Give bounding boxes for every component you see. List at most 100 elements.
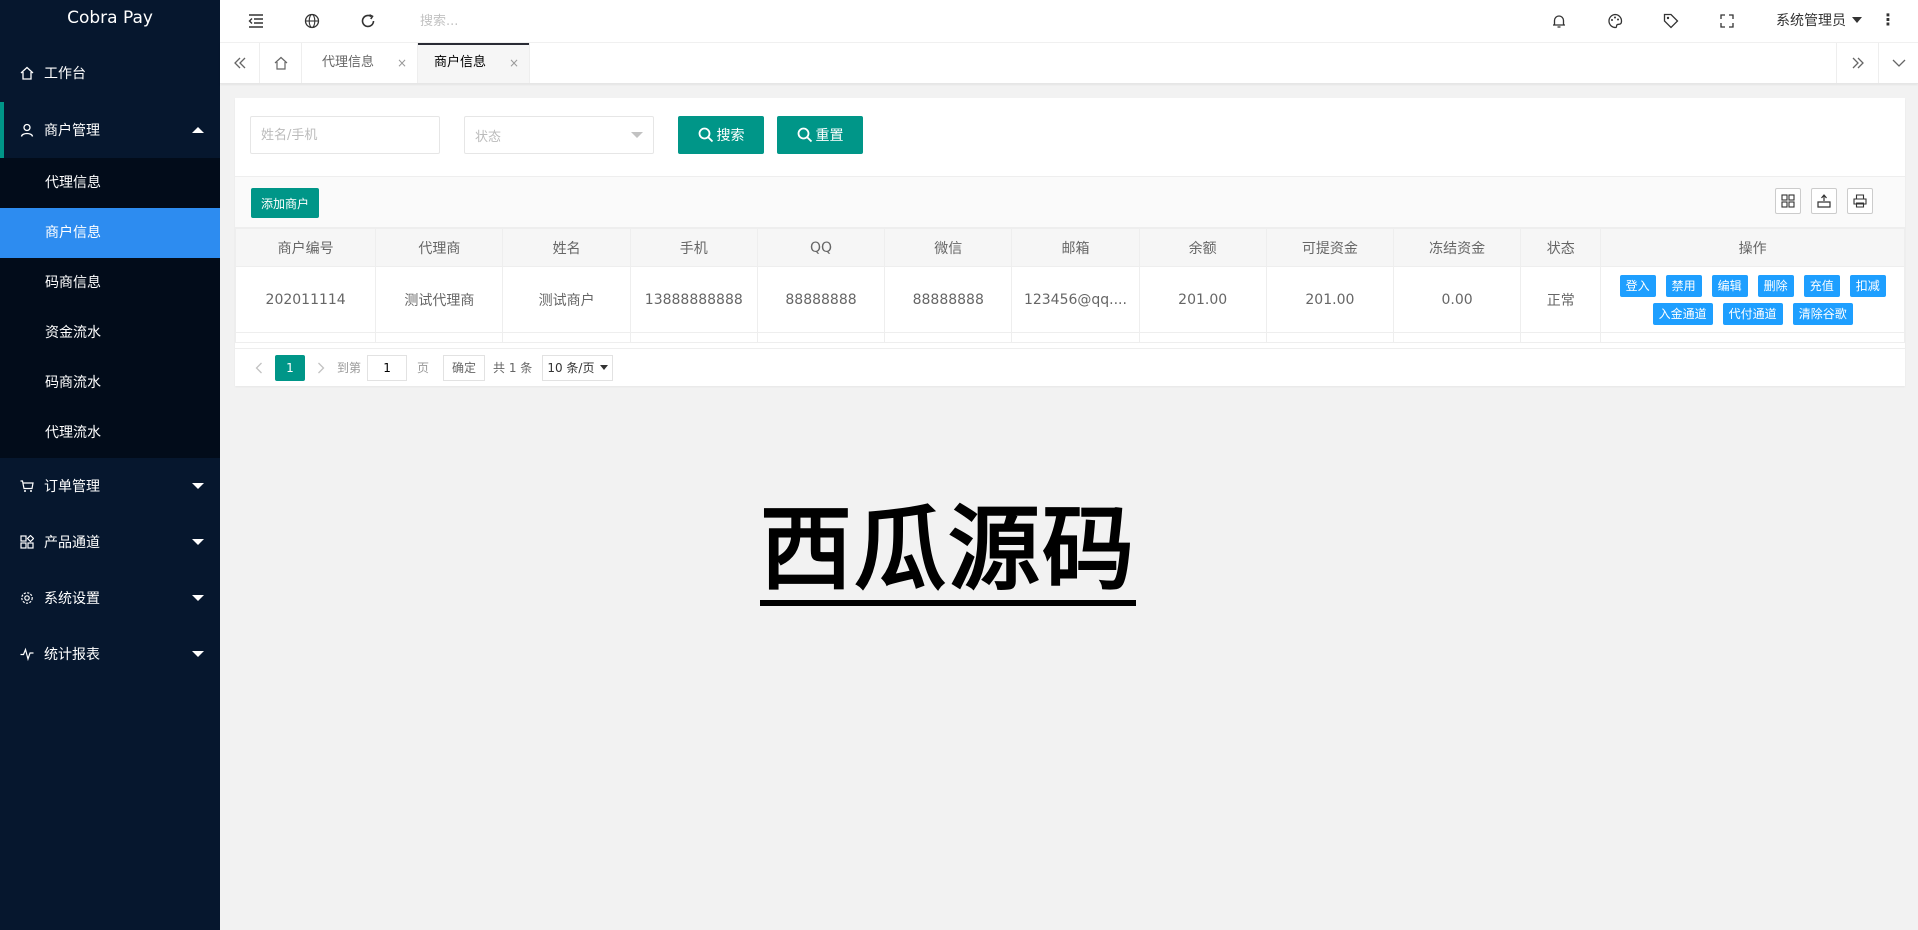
table-row: 202011114 测试代理商 测试商户 13888888888 8888888… xyxy=(234,266,1905,333)
column-header[interactable]: 商户编号 xyxy=(234,228,377,267)
user-icon xyxy=(20,123,34,137)
cell-qq: 88888888 xyxy=(756,266,886,333)
more-options-icon[interactable]: ⋮ xyxy=(1880,10,1896,29)
column-header[interactable]: 状态 xyxy=(1520,228,1602,267)
pagination: 1 到第 页 确定 共 1 条 10 条/页 xyxy=(235,348,1905,386)
cell-balance: 201.00 xyxy=(1138,266,1267,333)
merchant-submenu: 代理信息 商户信息 码商信息 资金流水 码商流水 代理流水 xyxy=(0,158,220,458)
confirm-page-button[interactable]: 确定 xyxy=(443,354,486,381)
sidebar-item-label: 商户管理 xyxy=(44,123,100,139)
tab-label: 商户信息 xyxy=(434,55,487,70)
table-header-row: 商户编号 代理商 姓名 手机 QQ 微信 邮箱 余额 可提资金 冻结资金 状态 … xyxy=(234,228,1905,267)
cell-status: 正常 xyxy=(1520,266,1602,333)
cell-agent: 测试代理商 xyxy=(375,266,504,333)
edit-button[interactable]: 编辑 xyxy=(1711,274,1748,297)
print-icon[interactable] xyxy=(1847,188,1873,214)
column-header[interactable]: 邮箱 xyxy=(1011,228,1140,267)
fullscreen-icon[interactable] xyxy=(1715,9,1739,33)
deposit-channel-button[interactable]: 入金通道 xyxy=(1652,302,1713,325)
tab-label: 代理信息 xyxy=(322,55,375,70)
header-search-input[interactable] xyxy=(420,8,720,34)
globe-icon[interactable] xyxy=(300,9,324,33)
tab-bar: 代理信息 × 商户信息 × xyxy=(220,43,1918,84)
sidebar-item-workbench[interactable]: 工作台 xyxy=(0,44,220,102)
column-header[interactable]: QQ xyxy=(756,228,886,267)
cell-wechat: 88888888 xyxy=(884,266,1013,333)
tab-agent-info[interactable]: 代理信息 × xyxy=(302,43,418,83)
sidebar-item-order-mgmt[interactable]: 订单管理 xyxy=(0,458,220,514)
sidebar-item-merchant-mgmt[interactable]: 商户管理 xyxy=(0,102,220,158)
sidebar-item-label: 产品通道 xyxy=(44,535,100,551)
payout-channel-button[interactable]: 代付通道 xyxy=(1722,302,1783,325)
deduct-button[interactable]: 扣减 xyxy=(1849,274,1886,297)
status-placeholder: 状态 xyxy=(475,129,502,145)
name-phone-input[interactable] xyxy=(250,116,440,154)
close-icon[interactable]: × xyxy=(397,43,407,83)
chevron-down-icon xyxy=(600,365,609,370)
column-header[interactable]: 操作 xyxy=(1600,228,1905,267)
caret-down-icon xyxy=(1852,17,1862,23)
delete-button[interactable]: 删除 xyxy=(1757,274,1794,297)
tag-icon[interactable] xyxy=(1659,9,1683,33)
column-header[interactable]: 姓名 xyxy=(502,228,631,267)
sidebar-item-product-channel[interactable]: 产品通道 xyxy=(0,514,220,570)
sidebar-item-coder-flow[interactable]: 码商流水 xyxy=(0,358,220,408)
export-icon[interactable] xyxy=(1811,188,1837,214)
collapse-menu-icon[interactable] xyxy=(244,9,268,33)
search-form: 状态 搜索 重置 xyxy=(235,98,1905,176)
goto-page-input[interactable] xyxy=(367,354,408,381)
watermark-text: 西瓜源码 xyxy=(760,500,1137,606)
add-merchant-button[interactable]: 添加商户 xyxy=(251,188,320,218)
refresh-icon[interactable] xyxy=(356,9,380,33)
tab-merchant-info[interactable]: 商户信息 × xyxy=(418,43,530,83)
close-icon[interactable]: × xyxy=(509,43,519,83)
status-select[interactable]: 状态 xyxy=(464,116,654,154)
columns-icon[interactable] xyxy=(1775,188,1801,214)
search-button[interactable]: 搜索 xyxy=(678,116,764,154)
column-header[interactable]: 可提资金 xyxy=(1265,228,1395,267)
chevron-down-icon xyxy=(192,483,204,489)
sidebar-item-label: 订单管理 xyxy=(44,479,100,495)
app-logo: Cobra Pay xyxy=(67,8,153,28)
login-button[interactable]: 登入 xyxy=(1619,274,1656,297)
goto-label: 到第 xyxy=(337,361,362,375)
column-header[interactable]: 冻结资金 xyxy=(1392,228,1522,267)
table-filler-row xyxy=(234,332,1905,343)
cell-frozen: 0.00 xyxy=(1392,266,1522,333)
user-menu[interactable]: 系统管理员 xyxy=(1776,10,1862,30)
user-name: 系统管理员 xyxy=(1776,13,1846,29)
chevron-up-icon xyxy=(192,127,204,133)
column-header[interactable]: 手机 xyxy=(629,228,758,267)
column-header[interactable]: 微信 xyxy=(884,228,1013,267)
sidebar-item-system-settings[interactable]: 系统设置 xyxy=(0,570,220,626)
sidebar-item-agent-info[interactable]: 代理信息 xyxy=(0,158,220,208)
tabs-scroll-left-icon[interactable] xyxy=(220,43,260,83)
page-number-current[interactable]: 1 xyxy=(275,354,305,381)
cell-name: 测试商户 xyxy=(502,266,631,333)
page-size-select[interactable]: 10 条/页 xyxy=(542,354,614,381)
column-header[interactable]: 余额 xyxy=(1138,228,1267,267)
bell-icon[interactable] xyxy=(1547,9,1571,33)
apps-icon xyxy=(20,535,34,549)
cell-email: 123456@qq.... xyxy=(1011,266,1140,333)
reset-button[interactable]: 重置 xyxy=(777,116,863,154)
recharge-button[interactable]: 充值 xyxy=(1803,274,1840,297)
column-header[interactable]: 代理商 xyxy=(375,228,504,267)
clear-google-button[interactable]: 清除谷歌 xyxy=(1792,302,1853,325)
search-icon xyxy=(797,127,812,143)
prev-page-icon[interactable] xyxy=(249,355,269,381)
tabs-scroll-right-icon[interactable] xyxy=(1836,43,1878,83)
sidebar-item-agent-flow[interactable]: 代理流水 xyxy=(0,408,220,458)
page-unit-label: 页 xyxy=(417,361,430,375)
sidebar-item-coder-info[interactable]: 码商信息 xyxy=(0,258,220,308)
search-button-label: 搜索 xyxy=(716,128,745,144)
palette-icon[interactable] xyxy=(1603,9,1627,33)
next-page-icon[interactable] xyxy=(311,355,331,381)
disable-button[interactable]: 禁用 xyxy=(1665,274,1702,297)
sidebar-item-fund-flow[interactable]: 资金流水 xyxy=(0,308,220,358)
top-header: 系统管理员 ⋮ xyxy=(220,0,1918,43)
tabs-dropdown-icon[interactable] xyxy=(1878,43,1918,83)
sidebar-item-merchant-info[interactable]: 商户信息 xyxy=(0,208,220,258)
sidebar-item-statistics[interactable]: 统计报表 xyxy=(0,626,220,682)
tab-home-icon[interactable] xyxy=(260,43,302,83)
